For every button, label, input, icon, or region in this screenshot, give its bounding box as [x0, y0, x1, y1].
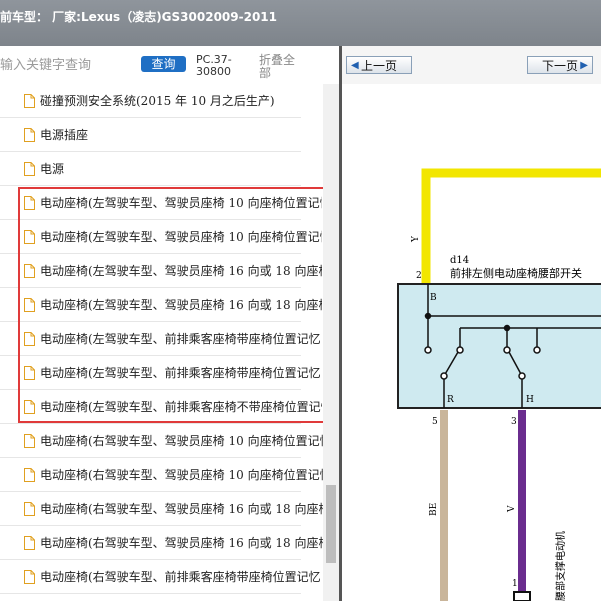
component-id: d14	[450, 255, 469, 266]
arrow-right-icon: ▶	[580, 60, 588, 71]
window-title: 前车型： 厂家:Lexus（凌志)GS3002009-2011	[0, 10, 277, 24]
list-item[interactable]: 电源	[0, 152, 301, 186]
wire-y-label: Y	[411, 235, 421, 243]
wiring-diagram: Y d14 前排左侧电动座椅腰部开关 2 B R H 5 3 BE V 1 腰部…	[397, 168, 601, 601]
pin-3-label: 3	[511, 417, 517, 427]
pc-code-label: PC.37-30800	[196, 53, 232, 78]
list-item-label: 电动座椅(右驾驶车型、驾驶员座椅 16 向或 18 向座椅	[40, 536, 323, 550]
list-item-label: 电动座椅(右驾驶车型、驾驶员座椅 16 向或 18 向座椅	[40, 502, 323, 516]
selection-highlight	[18, 187, 333, 423]
list-item-label: 碰撞预测安全系统(2015 年 10 月之后生产)	[40, 94, 275, 108]
document-icon	[24, 535, 35, 550]
document-icon	[24, 127, 35, 142]
diagram-viewer: ◀ 上一页 下一页 ▶ Y d14 前排左侧电动座椅腰部开关 2 B R H 5…	[342, 46, 601, 601]
list-item[interactable]: 电动座椅(右驾驶车型、前排乘客座椅带座椅位置记忆	[0, 560, 321, 594]
document-icon	[24, 93, 35, 108]
left-panel: 查询 PC.37-30800 折叠全部 碰撞预测安全系统(2015 年 10 月…	[0, 46, 339, 601]
list-item[interactable]: 电动座椅(右驾驶车型、驾驶员座椅 10 向座椅位置记忆	[0, 424, 323, 458]
document-icon	[24, 501, 35, 516]
document-icon	[24, 569, 35, 584]
prev-page-button[interactable]: ◀ 上一页	[346, 56, 412, 74]
scroll-thumb[interactable]	[326, 485, 336, 563]
list-item[interactable]: 电源插座	[0, 118, 301, 152]
wire-v-label: V	[507, 505, 517, 513]
pin-b-label: B	[430, 293, 437, 303]
window-titlebar: 前车型： 厂家:Lexus（凌志)GS3002009-2011	[0, 0, 601, 47]
list-scrollbar[interactable]	[323, 84, 339, 601]
motor-label: 腰部支撑电动机	[554, 531, 567, 601]
list-item-label: 电动座椅(右驾驶车型、前排乘客座椅带座椅位置记忆	[40, 570, 321, 584]
query-button[interactable]: 查询	[141, 56, 186, 72]
motor-connector	[513, 591, 531, 601]
list-item[interactable]: 电动座椅(右驾驶车型、驾驶员座椅 10 向座椅位置记忆	[0, 458, 323, 492]
search-input[interactable]	[0, 55, 130, 75]
list-item-label: 电动座椅(右驾驶车型、驾驶员座椅 10 向座椅位置记忆	[40, 434, 323, 448]
list-item-label: 电源插座	[40, 128, 89, 142]
document-icon	[24, 467, 35, 482]
collapse-all-link[interactable]: 折叠全部	[259, 54, 301, 80]
list-item[interactable]: 电动座椅(右驾驶车型、驾驶员座椅 16 向或 18 向座椅	[0, 526, 323, 560]
document-icon	[24, 161, 35, 176]
list-item[interactable]: 电动座椅(右驾驶车型、驾驶员座椅 16 向或 18 向座椅	[0, 492, 323, 526]
viewer-navbar: ◀ 上一页 下一页 ▶	[342, 46, 601, 84]
pin-2-label: 2	[416, 271, 422, 281]
list-item-label: 电源	[40, 162, 65, 176]
pin-r-label: R	[447, 395, 454, 405]
search-row: 查询 PC.37-30800 折叠全部	[0, 46, 339, 84]
next-page-button[interactable]: 下一页 ▶	[527, 56, 593, 74]
pin-1-label: 1	[512, 579, 518, 589]
list-item[interactable]: 碰撞预测安全系统(2015 年 10 月之后生产)	[0, 84, 301, 118]
wire-be-label: BE	[429, 503, 439, 516]
list-item-label: 电动座椅(右驾驶车型、驾驶员座椅 10 向座椅位置记忆	[40, 468, 323, 482]
pin-5-label: 5	[432, 417, 438, 427]
component-name: 前排左侧电动座椅腰部开关	[450, 266, 582, 280]
document-icon	[24, 433, 35, 448]
pin-h-label: H	[526, 395, 534, 405]
arrow-left-icon: ◀	[351, 60, 359, 71]
